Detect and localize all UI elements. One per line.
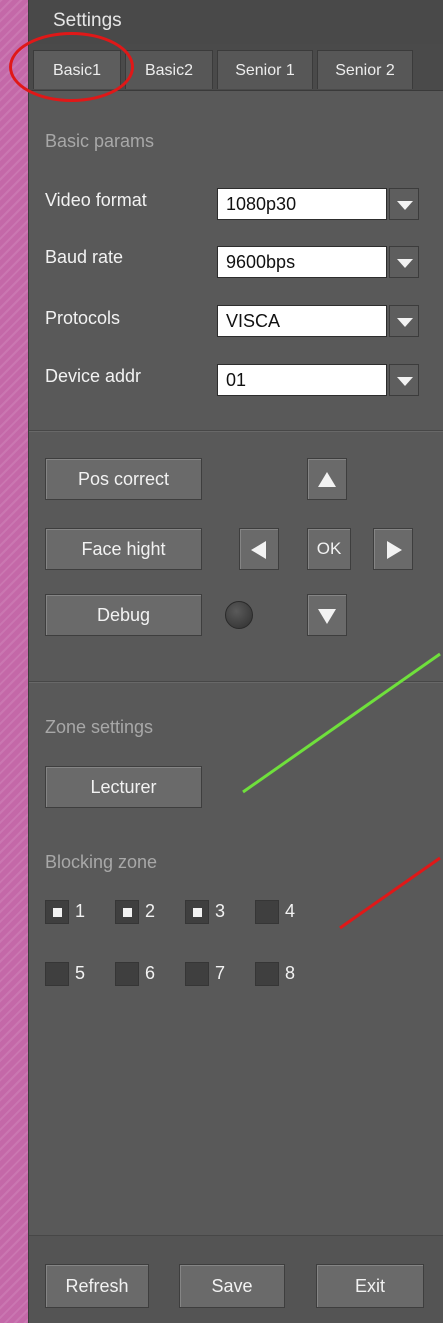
arrow-up-icon xyxy=(308,459,346,499)
up-button[interactable] xyxy=(307,458,347,500)
right-button[interactable] xyxy=(373,528,413,570)
protocols-value[interactable]: VISCA xyxy=(217,305,387,337)
basic-params-heading: Basic params xyxy=(45,131,155,151)
device-addr-select[interactable]: 01 xyxy=(217,364,429,396)
left-button[interactable] xyxy=(239,528,279,570)
chevron-down-icon[interactable] xyxy=(389,188,419,220)
settings-panel: Settings Basic1 Basic2 Senior 1 Senior 2… xyxy=(9,0,443,1323)
zone-label: 4 xyxy=(285,901,296,921)
checkbox-box[interactable] xyxy=(185,900,209,924)
baud-rate-value[interactable]: 9600bps xyxy=(217,246,387,278)
zone-label: 5 xyxy=(75,963,86,983)
debug-button[interactable]: Debug xyxy=(45,594,202,636)
zone-label: 8 xyxy=(285,963,296,983)
arrow-down-icon xyxy=(308,595,346,635)
chevron-down-icon[interactable] xyxy=(389,305,419,337)
face-hight-button[interactable]: Face hight xyxy=(45,528,202,570)
video-format-label: Video format xyxy=(45,190,147,210)
window-title: Settings xyxy=(53,10,122,31)
exit-button[interactable]: Exit xyxy=(316,1264,424,1308)
arrow-right-icon xyxy=(374,529,412,569)
tab-senior2[interactable]: Senior 2 xyxy=(317,50,413,89)
check-icon xyxy=(193,908,202,917)
refresh-button[interactable]: Refresh xyxy=(45,1264,149,1308)
tab-senior1[interactable]: Senior 1 xyxy=(217,50,313,89)
divider xyxy=(29,430,443,432)
divider xyxy=(29,681,443,683)
zone-label: 2 xyxy=(145,901,156,921)
checkbox-box[interactable] xyxy=(255,900,279,924)
save-button[interactable]: Save xyxy=(179,1264,285,1308)
chevron-down-icon[interactable] xyxy=(389,246,419,278)
chevron-down-icon[interactable] xyxy=(389,364,419,396)
pos-correct-button[interactable]: Pos correct xyxy=(45,458,202,500)
status-led xyxy=(225,601,253,629)
zone-label: 7 xyxy=(215,963,226,983)
baud-rate-label: Baud rate xyxy=(45,247,124,267)
protocols-label: Protocols xyxy=(45,308,121,328)
protocols-select[interactable]: VISCA xyxy=(217,305,429,337)
ok-button[interactable]: OK xyxy=(307,528,351,570)
video-format-select[interactable]: 1080p30 xyxy=(217,188,429,220)
down-button[interactable] xyxy=(307,594,347,636)
title-bar: Settings xyxy=(29,0,443,44)
checkbox-box[interactable] xyxy=(115,962,139,986)
footer-bar: Refresh Save Exit xyxy=(29,1236,443,1323)
tab-basic1[interactable]: Basic1 xyxy=(33,50,121,89)
check-icon xyxy=(53,908,62,917)
checkbox-box[interactable] xyxy=(45,900,69,924)
checkbox-box[interactable] xyxy=(115,900,139,924)
tab-basic2[interactable]: Basic2 xyxy=(125,50,213,89)
zone-settings-heading: Zone settings xyxy=(45,717,154,737)
checkbox-box[interactable] xyxy=(45,962,69,986)
checkbox-box[interactable] xyxy=(255,962,279,986)
device-addr-value[interactable]: 01 xyxy=(217,364,387,396)
lecturer-button[interactable]: Lecturer xyxy=(45,766,202,808)
device-addr-label: Device addr xyxy=(45,366,142,386)
baud-rate-select[interactable]: 9600bps xyxy=(217,246,429,278)
check-icon xyxy=(123,908,132,917)
zone-label: 3 xyxy=(215,901,226,921)
checkbox-box[interactable] xyxy=(185,962,209,986)
zone-label: 6 xyxy=(145,963,156,983)
arrow-left-icon xyxy=(240,529,278,569)
video-format-value[interactable]: 1080p30 xyxy=(217,188,387,220)
blocking-zone-heading: Blocking zone xyxy=(45,852,158,872)
tab-bar: Basic1 Basic2 Senior 1 Senior 2 xyxy=(29,44,443,91)
zone-label: 1 xyxy=(75,901,86,921)
